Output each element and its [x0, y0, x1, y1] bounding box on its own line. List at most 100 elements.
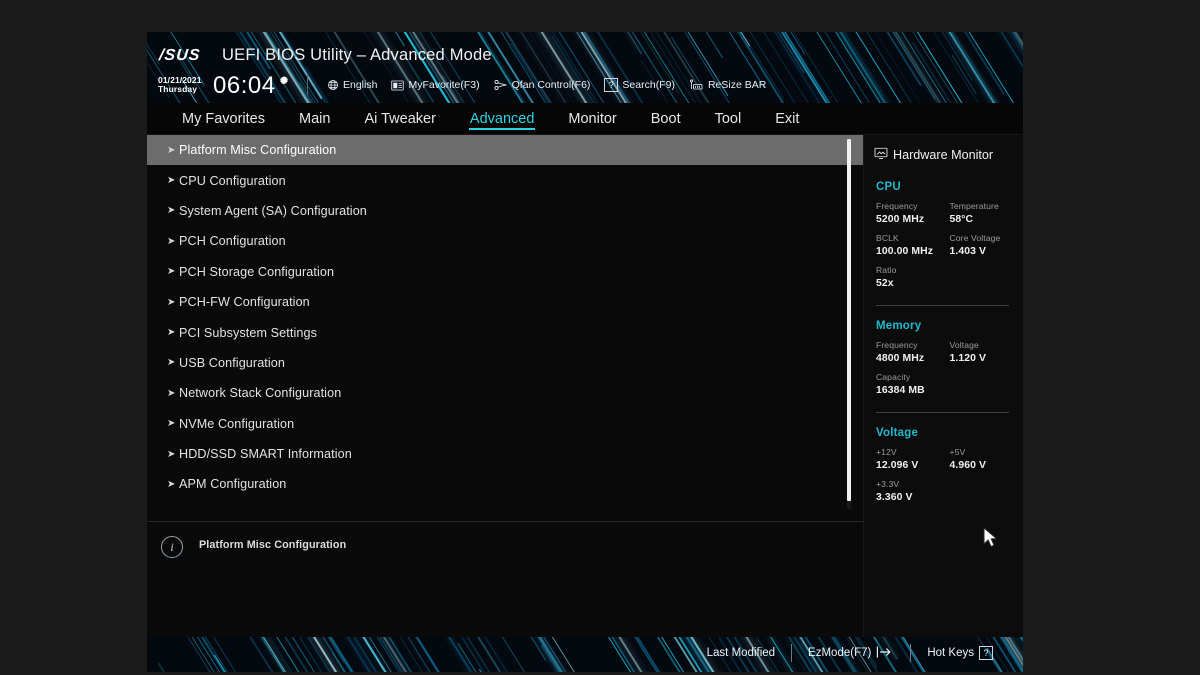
chevron-right-icon: ➤ [167, 448, 176, 460]
header-tool-qfan[interactable]: Qfan Control(F6) [494, 79, 590, 91]
tab-ai-tweaker[interactable]: Ai Tweaker [347, 103, 452, 135]
menu-item-usb-configuration[interactable]: ➤ USB Configuration [147, 348, 863, 378]
tab-advanced[interactable]: Advanced [453, 103, 552, 135]
hw-metric-value: 3.360 V [876, 492, 913, 503]
gear-icon[interactable] [278, 74, 290, 86]
tab-my-favorites[interactable]: My Favorites [165, 103, 282, 135]
hotkeys-button[interactable]: Hot Keys ? [911, 646, 1009, 660]
header-tool-english[interactable]: English [327, 79, 377, 91]
hw-metric: BCLK 100.00 MHz [876, 233, 950, 257]
monitor-icon [874, 147, 888, 163]
tab-label: Advanced [469, 110, 535, 127]
header-tool-label: ReSize BAR [707, 79, 767, 91]
menu-item-network-stack-configuration[interactable]: ➤ Network Stack Configuration [147, 378, 863, 408]
tab-label: Exit [775, 110, 800, 127]
hw-metric-key: Ratio [876, 265, 897, 275]
hw-row: BCLK 100.00 MHz Core Voltage 1.403 V [864, 225, 1023, 257]
bios-header: /SUS UEFI BIOS Utility – Advanced Mode 0… [147, 32, 1023, 103]
qfan-icon [494, 79, 508, 91]
tab-monitor[interactable]: Monitor [551, 103, 633, 135]
tab-main[interactable]: Main [282, 103, 347, 135]
hw-row: Capacity 16384 MB [864, 364, 1023, 396]
header-tool-search[interactable]: ? Search(F9) [604, 78, 675, 92]
advanced-menu-list: ➤ Platform Misc Configuration ➤ CPU Configu… [147, 135, 863, 500]
page-title: UEFI BIOS Utility – Advanced Mode [222, 46, 492, 64]
menu-item-label: NVMe Configuration [179, 416, 295, 431]
screen-root: /SUS UEFI BIOS Utility – Advanced Mode 0… [0, 0, 1200, 675]
chevron-right-icon: ➤ [167, 418, 176, 430]
resize-bar-icon [689, 78, 704, 92]
header-toolbar: English MyFavorite(F3) Qfan Control(F6) … [327, 78, 766, 92]
ezmode-label: EzMode(F7) [808, 647, 872, 659]
hw-row: Ratio 52x [864, 257, 1023, 289]
hw-metric-value: 1.403 V [949, 246, 987, 257]
hw-metric-value: 58°C [949, 214, 974, 225]
datetime-block: 01/21/2021 Thursday [158, 76, 202, 94]
menu-item-label: Network Stack Configuration [179, 386, 342, 401]
hw-row: +3.3V 3.360 V [864, 471, 1023, 503]
vertical-scrollbar[interactable] [847, 139, 851, 509]
hw-metric-key: Capacity [876, 372, 911, 382]
hw-metric: Frequency 4800 MHz [876, 340, 950, 364]
hw-metric-key: Frequency [876, 340, 918, 350]
menu-item-pch-configuration[interactable]: ➤ PCH Configuration [147, 226, 863, 256]
menu-item-pch-storage-configuration[interactable]: ➤ PCH Storage Configuration [147, 257, 863, 287]
hw-metric-value: 1.120 V [949, 353, 987, 364]
weekday-text: Thursday [158, 83, 198, 94]
last-modified-label: Last Modified [706, 647, 776, 659]
hw-metric: Core Voltage 1.403 V [950, 233, 1024, 257]
scrollbar-thumb[interactable] [847, 139, 851, 501]
chevron-right-icon: ➤ [167, 327, 176, 339]
menu-item-hdd-ssd-smart-information[interactable]: ➤ HDD/SSD SMART Information [147, 439, 863, 469]
last-modified-button[interactable]: Last Modified [691, 647, 791, 659]
hw-metric-key: Voltage [949, 340, 979, 350]
menu-item-label: PCH Configuration [179, 234, 286, 249]
hw-metric: +5V 4.960 V [950, 447, 1024, 471]
hw-metric-key: +5V [949, 447, 966, 457]
hw-metric-value: 4.960 V [949, 460, 987, 471]
tab-boot[interactable]: Boot [634, 103, 698, 135]
hw-section-title-cpu: CPU [876, 181, 901, 193]
menu-item-pci-subsystem-settings[interactable]: ➤ PCI Subsystem Settings [147, 317, 863, 347]
header-tool-myfavorite[interactable]: MyFavorite(F3) [391, 79, 480, 91]
bios-body: ➤ Platform Misc Configuration ➤ CPU Configu… [147, 135, 1023, 637]
hw-metric: Ratio 52x [876, 265, 950, 289]
search-icon: ? [604, 78, 619, 92]
main-content-pane: ➤ Platform Misc Configuration ➤ CPU Configu… [147, 135, 863, 637]
tab-exit[interactable]: Exit [758, 103, 816, 135]
hw-metric: Frequency 5200 MHz [876, 201, 950, 225]
tab-tool[interactable]: Tool [698, 103, 759, 135]
tab-label: Monitor [568, 110, 617, 127]
hw-metric-value: 52x [876, 278, 894, 289]
header-background-pattern [147, 32, 1023, 103]
hardware-monitor-panel: Hardware Monitor CPU Frequency 5200 MHz Tem… [863, 135, 1023, 637]
hw-metric-value: 16384 MB [876, 385, 925, 396]
menu-item-platform-misc-configuration[interactable]: ➤ Platform Misc Configuration [147, 135, 863, 166]
bios-footer: Last Modified EzMode(F7) Hot Keys ? [147, 637, 1023, 672]
info-icon: i [161, 536, 183, 558]
menu-item-pch-fw-configuration[interactable]: ➤ PCH-FW Configuration [147, 287, 863, 317]
hw-metric-value: 12.096 V [876, 460, 919, 471]
menu-item-cpu-configuration[interactable]: ➤ CPU Configuration [147, 165, 863, 195]
hw-metric-value: 4800 MHz [876, 353, 925, 364]
menu-item-system-agent-sa-configuration[interactable]: ➤ System Agent (SA) Configuration [147, 196, 863, 226]
menu-item-nvme-configuration[interactable]: ➤ NVMe Configuration [147, 409, 863, 439]
clock-text: 06:04 [213, 72, 276, 99]
globe-icon [327, 79, 339, 91]
hardware-monitor-sections: CPU Frequency 5200 MHz Temperature 58°C BCLK 1… [864, 167, 1023, 503]
ezmode-button[interactable]: EzMode(F7) [792, 645, 910, 662]
header-tool-resizebar[interactable]: ReSize BAR [689, 78, 767, 92]
hw-metric-key: +3.3V [876, 479, 900, 489]
header-tool-label: Search(F9) [622, 79, 675, 91]
help-panel: i Platform Misc Configuration [147, 521, 863, 637]
hw-metric-key: Temperature [949, 201, 999, 211]
hw-metric: +3.3V 3.360 V [876, 479, 950, 503]
menu-item-label: APM Configuration [179, 477, 287, 492]
menu-item-apm-configuration[interactable]: ➤ APM Configuration [147, 469, 863, 499]
chevron-right-icon: ➤ [167, 175, 176, 187]
hw-metric: Voltage 1.120 V [950, 340, 1024, 364]
chevron-right-icon: ➤ [167, 387, 176, 399]
chevron-right-icon: ➤ [167, 205, 176, 217]
header-tool-label: English [343, 79, 378, 91]
hw-metric-key: Frequency [876, 201, 918, 211]
